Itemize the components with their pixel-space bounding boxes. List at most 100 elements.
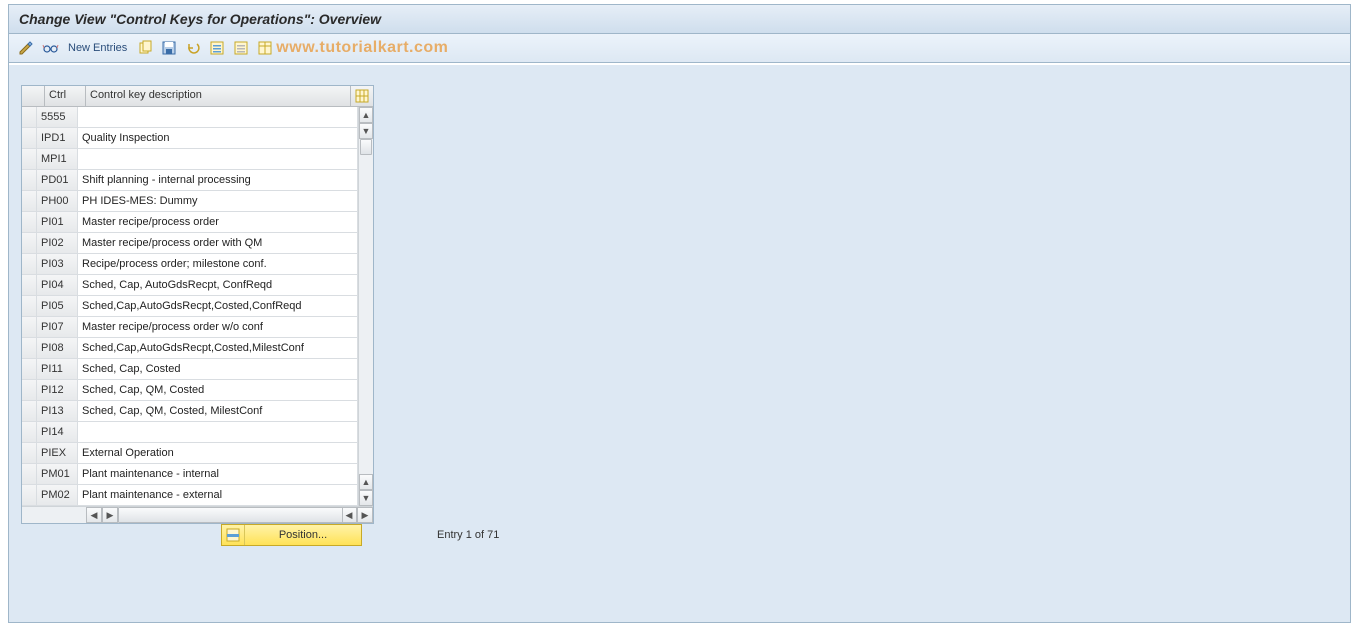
row-selector[interactable] <box>22 254 37 274</box>
table-row[interactable]: PI01Master recipe/process order <box>22 212 358 233</box>
select-all-icon[interactable] <box>208 39 226 57</box>
cell-ctrl[interactable]: PI01 <box>37 212 78 232</box>
col-desc[interactable]: Control key description <box>86 86 351 106</box>
cell-desc[interactable] <box>78 422 358 442</box>
cell-ctrl[interactable]: PM01 <box>37 464 78 484</box>
row-selector[interactable] <box>22 191 37 211</box>
col-ctrl[interactable]: Ctrl <box>45 86 86 106</box>
table-row[interactable]: PIEXExternal Operation <box>22 443 358 464</box>
table-row[interactable]: PI05Sched,Cap,AutoGdsRecpt,Costed,ConfRe… <box>22 296 358 317</box>
table-settings-icon[interactable] <box>256 39 274 57</box>
col-configure[interactable] <box>351 86 373 106</box>
scroll-thumb[interactable] <box>360 139 372 155</box>
table-row[interactable]: PI08Sched,Cap,AutoGdsRecpt,Costed,Milest… <box>22 338 358 359</box>
row-selector[interactable] <box>22 233 37 253</box>
cell-desc[interactable]: Sched,Cap,AutoGdsRecpt,Costed,MilestConf <box>78 338 358 358</box>
cell-desc[interactable]: Recipe/process order; milestone conf. <box>78 254 358 274</box>
col-selector[interactable] <box>22 86 45 106</box>
cell-desc[interactable] <box>78 107 358 127</box>
cell-ctrl[interactable]: PH00 <box>37 191 78 211</box>
table-row[interactable]: PI07Master recipe/process order w/o conf <box>22 317 358 338</box>
table-row[interactable]: PI14 <box>22 422 358 443</box>
row-selector[interactable] <box>22 275 37 295</box>
scroll-left-icon[interactable]: ◀ <box>86 507 102 523</box>
cell-desc[interactable]: Master recipe/process order w/o conf <box>78 317 358 337</box>
table-row[interactable]: IPD1Quality Inspection <box>22 128 358 149</box>
row-selector[interactable] <box>22 422 37 442</box>
undo-icon[interactable] <box>184 39 202 57</box>
cell-desc[interactable]: Shift planning - internal processing <box>78 170 358 190</box>
scroll-track[interactable] <box>359 139 373 474</box>
position-button[interactable]: Position... <box>221 524 362 546</box>
scroll-down2-icon[interactable]: ▼ <box>359 490 373 506</box>
cell-ctrl[interactable]: PI11 <box>37 359 78 379</box>
vertical-scrollbar[interactable]: ▲ ▼ ▲ ▼ <box>358 107 373 506</box>
table-row[interactable]: PD01Shift planning - internal processing <box>22 170 358 191</box>
row-selector[interactable] <box>22 128 37 148</box>
table-row[interactable]: PI04Sched, Cap, AutoGdsRecpt, ConfReqd <box>22 275 358 296</box>
cell-desc[interactable]: Sched, Cap, QM, Costed, MilestConf <box>78 401 358 421</box>
table-row[interactable]: 5555 <box>22 107 358 128</box>
cell-ctrl[interactable]: MPI1 <box>37 149 78 169</box>
cell-desc[interactable]: Quality Inspection <box>78 128 358 148</box>
scroll-up-icon[interactable]: ▲ <box>359 107 373 123</box>
table-row[interactable]: PH00PH IDES-MES: Dummy <box>22 191 358 212</box>
cell-ctrl[interactable]: PI08 <box>37 338 78 358</box>
cell-desc[interactable]: Master recipe/process order with QM <box>78 233 358 253</box>
row-selector[interactable] <box>22 212 37 232</box>
copy-icon[interactable] <box>136 39 154 57</box>
cell-desc[interactable]: PH IDES-MES: Dummy <box>78 191 358 211</box>
deselect-all-icon[interactable] <box>232 39 250 57</box>
cell-ctrl[interactable]: PI07 <box>37 317 78 337</box>
change-icon[interactable] <box>17 39 35 57</box>
cell-ctrl[interactable]: PI03 <box>37 254 78 274</box>
cell-ctrl[interactable]: PI14 <box>37 422 78 442</box>
cell-desc[interactable]: Sched, Cap, QM, Costed <box>78 380 358 400</box>
row-selector[interactable] <box>22 170 37 190</box>
table-row[interactable]: PI12Sched, Cap, QM, Costed <box>22 380 358 401</box>
table-row[interactable]: MPI1 <box>22 149 358 170</box>
table-row[interactable]: PI11Sched, Cap, Costed <box>22 359 358 380</box>
scroll-right-icon[interactable]: ▶ <box>102 507 118 523</box>
cell-ctrl[interactable]: PI13 <box>37 401 78 421</box>
cell-ctrl[interactable]: 5555 <box>37 107 78 127</box>
row-selector[interactable] <box>22 149 37 169</box>
row-selector[interactable] <box>22 338 37 358</box>
cell-desc[interactable]: Master recipe/process order <box>78 212 358 232</box>
row-selector[interactable] <box>22 359 37 379</box>
cell-ctrl[interactable]: PI02 <box>37 233 78 253</box>
horizontal-scrollbar[interactable]: ◀ ▶ ◀ ▶ <box>22 506 373 523</box>
new-entries-button[interactable]: New Entries <box>65 42 130 54</box>
row-selector[interactable] <box>22 443 37 463</box>
cell-desc[interactable]: Sched,Cap,AutoGdsRecpt,Costed,ConfReqd <box>78 296 358 316</box>
cell-ctrl[interactable]: IPD1 <box>37 128 78 148</box>
row-selector[interactable] <box>22 296 37 316</box>
table-row[interactable]: PI02Master recipe/process order with QM <box>22 233 358 254</box>
cell-ctrl[interactable]: PD01 <box>37 170 78 190</box>
table-row[interactable]: PM01Plant maintenance - internal <box>22 464 358 485</box>
cell-ctrl[interactable]: PIEX <box>37 443 78 463</box>
row-selector[interactable] <box>22 401 37 421</box>
cell-ctrl[interactable]: PI04 <box>37 275 78 295</box>
scroll-left2-icon[interactable]: ◀ <box>341 507 357 523</box>
scroll-right2-icon[interactable]: ▶ <box>357 507 373 523</box>
scroll-up2-icon[interactable]: ▲ <box>359 474 373 490</box>
row-selector[interactable] <box>22 464 37 484</box>
cell-ctrl[interactable]: PI12 <box>37 380 78 400</box>
cell-ctrl[interactable]: PM02 <box>37 485 78 505</box>
save-icon[interactable] <box>160 39 178 57</box>
hscroll-track[interactable] <box>118 507 341 523</box>
glasses-icon[interactable] <box>41 39 59 57</box>
cell-desc[interactable]: Sched, Cap, Costed <box>78 359 358 379</box>
table-row[interactable]: PI03Recipe/process order; milestone conf… <box>22 254 358 275</box>
cell-desc[interactable]: Plant maintenance - internal <box>78 464 358 484</box>
row-selector[interactable] <box>22 380 37 400</box>
cell-desc[interactable]: External Operation <box>78 443 358 463</box>
cell-desc[interactable]: Plant maintenance - external <box>78 485 358 505</box>
row-selector[interactable] <box>22 485 37 505</box>
row-selector[interactable] <box>22 107 37 127</box>
scroll-down-icon[interactable]: ▼ <box>359 123 373 139</box>
table-row[interactable]: PI13Sched, Cap, QM, Costed, MilestConf <box>22 401 358 422</box>
cell-ctrl[interactable]: PI05 <box>37 296 78 316</box>
cell-desc[interactable] <box>78 149 358 169</box>
